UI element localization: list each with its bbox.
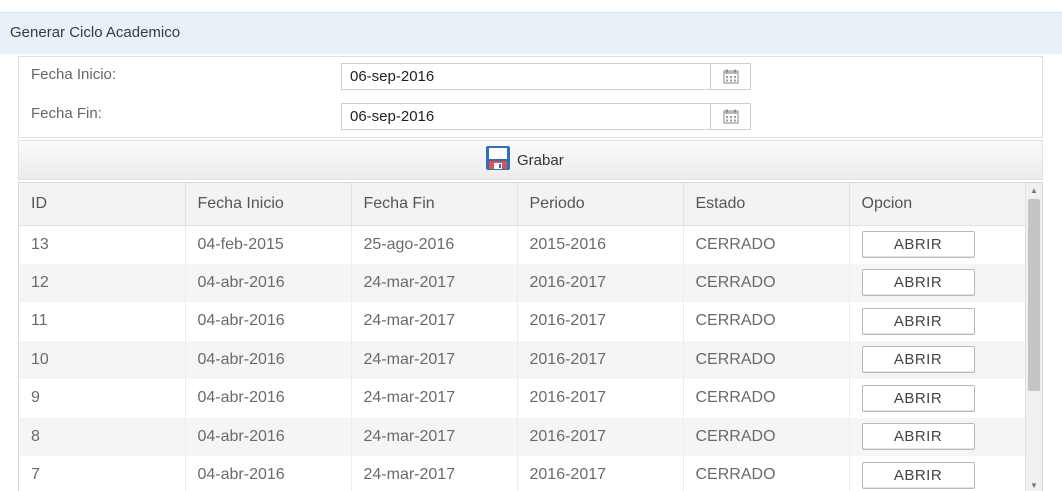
vertical-scrollbar[interactable]: ▲ ▼: [1025, 183, 1042, 491]
cell-fecha-inicio: 04-abr-2016: [185, 302, 352, 341]
cell-opcion: ABRIR: [849, 417, 1027, 456]
cell-periodo: 2015-2016: [517, 225, 684, 264]
panel-title: Generar Ciclo Academico: [10, 24, 181, 41]
ciclos-table: ID Fecha Inicio Fecha Fin Periodo Estado…: [18, 182, 1043, 491]
column-header-fecha-inicio[interactable]: Fecha Inicio: [185, 183, 352, 226]
cell-opcion: ABRIR: [849, 340, 1027, 379]
cell-estado: CERRADO: [683, 379, 850, 418]
floppy-disk-icon: [485, 145, 511, 176]
scroll-down-arrow-icon[interactable]: ▼: [1026, 478, 1042, 491]
grabar-label: Grabar: [517, 151, 564, 169]
date-form: Fecha Inicio: Fecha Fin:: [18, 56, 1043, 138]
cell-fecha-fin: 24-mar-2017: [351, 379, 518, 418]
cell-estado: CERRADO: [683, 302, 850, 341]
grabar-button[interactable]: Grabar: [485, 145, 564, 176]
abrir-button[interactable]: ABRIR: [861, 423, 975, 451]
abrir-button[interactable]: ABRIR: [861, 269, 975, 297]
table-header-row: ID Fecha Inicio Fecha Fin Periodo Estado…: [19, 183, 1027, 226]
cell-opcion: ABRIR: [849, 379, 1027, 418]
cell-periodo: 2016-2017: [517, 417, 684, 456]
table-row: 7 04-abr-2016 24-mar-2017 2016-2017 CERR…: [19, 456, 1027, 491]
table-row: 13 04-feb-2015 25-ago-2016 2015-2016 CER…: [19, 225, 1027, 264]
table-row: 9 04-abr-2016 24-mar-2017 2016-2017 CERR…: [19, 379, 1027, 418]
cell-fecha-inicio: 04-abr-2016: [185, 417, 352, 456]
cell-estado: CERRADO: [683, 263, 850, 302]
column-header-estado[interactable]: Estado: [683, 183, 850, 226]
cell-fecha-fin: 24-mar-2017: [351, 263, 518, 302]
cell-id: 7: [19, 456, 186, 491]
cell-periodo: 2016-2017: [517, 340, 684, 379]
column-header-id[interactable]: ID: [19, 183, 186, 226]
cell-id: 13: [19, 225, 186, 264]
cell-opcion: ABRIR: [849, 456, 1027, 491]
cell-fecha-fin: 24-mar-2017: [351, 340, 518, 379]
table-row: 8 04-abr-2016 24-mar-2017 2016-2017 CERR…: [19, 417, 1027, 456]
abrir-button[interactable]: ABRIR: [861, 346, 975, 374]
cell-periodo: 2016-2017: [517, 302, 684, 341]
cell-fecha-fin: 25-ago-2016: [351, 225, 518, 264]
cell-estado: CERRADO: [683, 340, 850, 379]
cell-fecha-fin: 24-mar-2017: [351, 302, 518, 341]
abrir-button[interactable]: ABRIR: [861, 307, 975, 335]
fecha-inicio-label: Fecha Inicio:: [31, 66, 117, 83]
fecha-inicio-input[interactable]: [341, 63, 711, 90]
cell-fecha-inicio: 04-abr-2016: [185, 263, 352, 302]
scroll-up-arrow-icon[interactable]: ▲: [1026, 183, 1042, 197]
cell-periodo: 2016-2017: [517, 379, 684, 418]
scrollbar-thumb[interactable]: [1028, 199, 1040, 391]
cell-id: 10: [19, 340, 186, 379]
cell-id: 11: [19, 302, 186, 341]
abrir-button[interactable]: ABRIR: [861, 461, 975, 489]
cell-opcion: ABRIR: [849, 263, 1027, 302]
cell-fecha-fin: 24-mar-2017: [351, 417, 518, 456]
column-header-opcion[interactable]: Opcion: [849, 183, 1027, 226]
table-row: 12 04-abr-2016 24-mar-2017 2016-2017 CER…: [19, 263, 1027, 302]
column-header-fecha-fin[interactable]: Fecha Fin: [351, 183, 518, 226]
cell-id: 8: [19, 417, 186, 456]
cell-estado: CERRADO: [683, 456, 850, 491]
cell-estado: CERRADO: [683, 417, 850, 456]
abrir-button[interactable]: ABRIR: [861, 231, 975, 258]
cell-estado: CERRADO: [683, 225, 850, 264]
cell-opcion: ABRIR: [849, 302, 1027, 341]
abrir-button[interactable]: ABRIR: [861, 384, 975, 412]
toolbar: Grabar: [18, 140, 1043, 180]
cell-periodo: 2016-2017: [517, 263, 684, 302]
fecha-fin-input[interactable]: [341, 103, 711, 130]
panel-header: Generar Ciclo Academico: [0, 12, 1062, 54]
calendar-icon[interactable]: [711, 63, 751, 90]
column-header-periodo[interactable]: Periodo: [517, 183, 684, 226]
cell-fecha-fin: 24-mar-2017: [351, 456, 518, 491]
generar-ciclo-panel: Generar Ciclo Academico Fecha Inicio: Fe…: [0, 12, 1062, 491]
fecha-fin-label: Fecha Fin:: [31, 105, 102, 122]
table-row: 10 04-abr-2016 24-mar-2017 2016-2017 CER…: [19, 340, 1027, 379]
calendar-icon[interactable]: [711, 103, 751, 130]
cell-id: 9: [19, 379, 186, 418]
cell-fecha-inicio: 04-abr-2016: [185, 456, 352, 491]
cell-periodo: 2016-2017: [517, 456, 684, 491]
table-row: 11 04-abr-2016 24-mar-2017 2016-2017 CER…: [19, 302, 1027, 341]
cell-id: 12: [19, 263, 186, 302]
cell-fecha-inicio: 04-abr-2016: [185, 340, 352, 379]
cell-opcion: ABRIR: [849, 225, 1027, 264]
cell-fecha-inicio: 04-abr-2016: [185, 379, 352, 418]
cell-fecha-inicio: 04-feb-2015: [185, 225, 352, 264]
